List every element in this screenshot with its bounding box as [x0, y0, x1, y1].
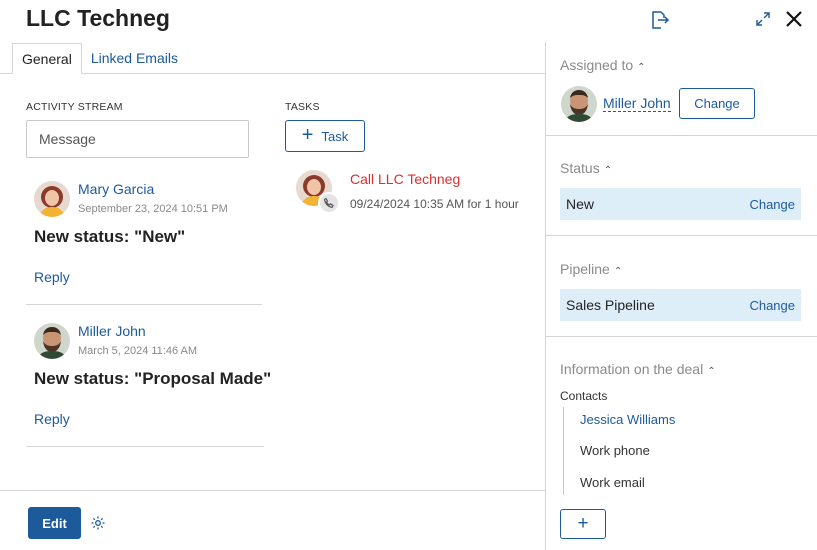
assigned-heading-label: Assigned to	[560, 57, 634, 73]
page-title: LLC Techneg	[26, 5, 170, 31]
plus-icon: +	[301, 124, 314, 146]
entry-date: March 5, 2024 11:46 AM	[78, 345, 198, 357]
status-field: New Change	[560, 188, 801, 220]
deal-info-heading-label: Information on the deal	[560, 361, 704, 377]
tab-general[interactable]: General	[12, 43, 82, 74]
entry-divider	[26, 446, 264, 447]
change-assignee-button[interactable]: Change	[679, 88, 755, 119]
reply-link[interactable]: Reply	[34, 411, 70, 427]
entry-author[interactable]: Mary Garcia	[78, 181, 154, 197]
section-divider	[546, 336, 817, 337]
gear-icon[interactable]	[90, 515, 106, 531]
contacts-label: Contacts	[560, 389, 608, 403]
phone-icon	[318, 192, 340, 214]
task-meta: 09/24/2024 10:35 AM for 1 hour	[350, 197, 519, 211]
edit-button[interactable]: Edit	[28, 507, 81, 539]
pipeline-heading[interactable]: Pipeline ⌃	[560, 261, 622, 277]
status-heading[interactable]: Status ⌃	[560, 160, 612, 176]
export-icon[interactable]	[647, 8, 671, 32]
add-contact-button[interactable]: +	[560, 509, 606, 539]
chevron-up-icon: ⌃	[613, 266, 623, 277]
avatar	[561, 86, 597, 122]
footer-divider	[0, 490, 545, 491]
assignee-name[interactable]: Miller John	[603, 95, 671, 112]
status-heading-label: Status	[560, 160, 600, 176]
section-divider	[546, 235, 817, 236]
task-title[interactable]: Call LLC Techneg	[350, 171, 460, 187]
chevron-up-icon: ⌃	[603, 165, 613, 176]
chevron-up-icon: ⌃	[637, 62, 646, 73]
work-email-field: Work email	[580, 475, 645, 490]
deal-info-heading[interactable]: Information on the deal ⌃	[560, 361, 716, 377]
change-pipeline-link[interactable]: Change	[749, 298, 795, 313]
reply-link[interactable]: Reply	[34, 269, 70, 285]
avatar	[34, 181, 70, 217]
pipeline-value: Sales Pipeline	[566, 297, 655, 313]
work-phone-field: Work phone	[580, 443, 650, 458]
section-divider	[546, 135, 817, 136]
entry-author[interactable]: Miller John	[78, 323, 146, 339]
add-task-button[interactable]: + Task	[285, 120, 365, 152]
entry-divider	[26, 304, 262, 305]
pipeline-field: Sales Pipeline Change	[560, 289, 801, 321]
entry-text: New status: "New"	[34, 227, 186, 246]
chevron-up-icon: ⌃	[707, 366, 716, 377]
entry-text: New status: "Proposal Made"	[34, 369, 272, 388]
contact-indent-line	[563, 407, 564, 495]
status-value: New	[566, 196, 595, 212]
change-status-link[interactable]: Change	[749, 197, 795, 212]
activity-stream-label: ACTIVITY STREAM	[26, 101, 123, 113]
tab-linked-emails[interactable]: Linked Emails	[82, 43, 187, 74]
entry-date: September 23, 2024 10:51 PM	[78, 203, 228, 215]
tab-bar: General Linked Emails	[12, 43, 187, 74]
assigned-heading[interactable]: Assigned to ⌃	[560, 57, 646, 73]
add-task-label: Task	[321, 128, 349, 144]
avatar	[34, 323, 70, 359]
contact-name[interactable]: Jessica Williams	[580, 412, 675, 427]
message-input[interactable]	[26, 120, 249, 158]
close-icon[interactable]	[782, 7, 806, 31]
sidebar-divider	[545, 42, 546, 550]
expand-icon[interactable]	[753, 9, 773, 29]
tasks-label: TASKS	[285, 101, 320, 113]
pipeline-heading-label: Pipeline	[560, 261, 610, 277]
